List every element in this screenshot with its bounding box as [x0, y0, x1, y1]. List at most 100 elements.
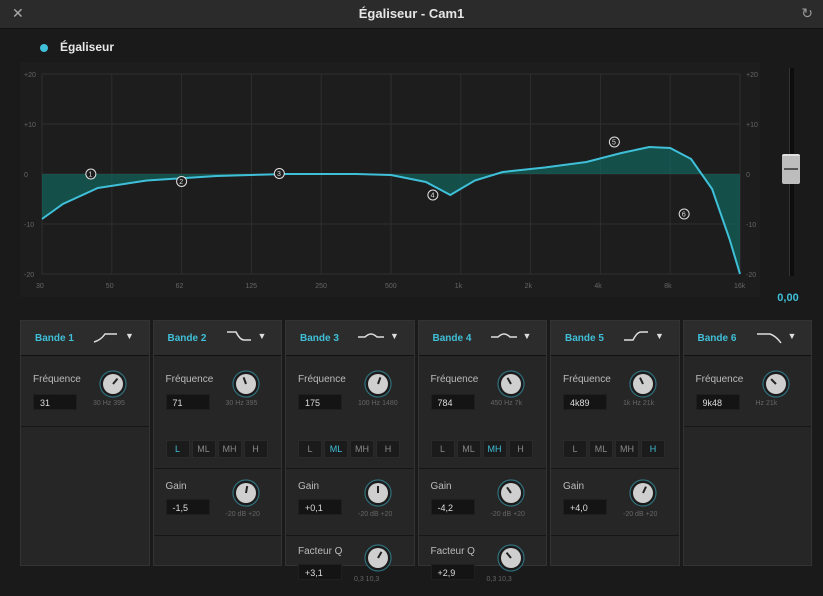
- chevron-down-icon[interactable]: ▼: [788, 331, 797, 341]
- band-marker-3[interactable]: 3: [273, 168, 285, 179]
- gain-range: -20 dB +20: [358, 511, 393, 518]
- gain-section: Gain +0,1 -20 dB +20: [286, 469, 414, 536]
- band-marker-2[interactable]: 2: [176, 176, 188, 187]
- frequency-range: 1k Hz 21k: [623, 400, 655, 407]
- frequency-label: Fréquence: [165, 374, 214, 385]
- frequency-knob[interactable]: [496, 370, 525, 398]
- band-header: Bande 1 ▼: [21, 321, 149, 356]
- chevron-down-icon[interactable]: ▼: [258, 331, 267, 341]
- range-option-ml[interactable]: ML: [589, 440, 613, 458]
- gain-label: Gain: [563, 481, 585, 492]
- x-axis-label: 16k: [734, 283, 746, 290]
- q-factor-value[interactable]: +3,1: [298, 564, 342, 580]
- filter-shape-icon[interactable]: [91, 328, 121, 346]
- range-option-h[interactable]: H: [243, 440, 268, 458]
- frequency-value[interactable]: 175: [298, 394, 342, 410]
- chevron-down-icon[interactable]: ▼: [390, 331, 399, 341]
- gain-knob[interactable]: [629, 479, 657, 507]
- range-option-mh[interactable]: MH: [615, 440, 639, 458]
- gain-value[interactable]: +0,1: [298, 499, 342, 515]
- y-axis-right-label: +10: [746, 122, 758, 129]
- frequency-knob[interactable]: [231, 370, 260, 398]
- filter-shape-icon[interactable]: [489, 328, 519, 346]
- frequency-value[interactable]: 31: [33, 394, 77, 410]
- y-axis-left-label: +10: [24, 122, 36, 129]
- reset-icon[interactable]: ↻: [801, 5, 813, 22]
- filter-shape-icon[interactable]: [356, 328, 386, 346]
- range-option-mh[interactable]: MH: [482, 440, 507, 458]
- frequency-label: Fréquence: [563, 374, 611, 385]
- gain-knob[interactable]: [364, 479, 392, 507]
- frequency-section: Fréquence 31 30 Hz 395: [21, 356, 149, 427]
- gain-label: Gain: [165, 481, 187, 492]
- chevron-down-icon[interactable]: ▼: [655, 331, 664, 341]
- q-factor-knob[interactable]: [496, 544, 525, 572]
- y-axis-right-label: 0: [746, 172, 750, 179]
- chevron-down-icon[interactable]: ▼: [125, 331, 134, 341]
- frequency-value[interactable]: 9k48: [695, 394, 740, 410]
- y-axis-left-label: -20: [24, 272, 34, 279]
- q-factor-knob[interactable]: [364, 544, 392, 572]
- master-gain-fader[interactable]: [774, 68, 810, 280]
- band-marker-1[interactable]: 1: [85, 168, 97, 180]
- title-bar: ✕ Égaliseur - Cam1 ↻: [0, 0, 823, 29]
- filter-shape-icon[interactable]: [621, 328, 651, 346]
- range-option-h[interactable]: H: [376, 440, 400, 458]
- band-marker-5[interactable]: 5: [608, 136, 620, 148]
- range-option-ml[interactable]: ML: [324, 440, 348, 458]
- range-option-l[interactable]: L: [298, 440, 322, 458]
- band-marker-6[interactable]: 6: [678, 208, 690, 220]
- y-axis-right-label: -10: [746, 222, 756, 229]
- gain-knob[interactable]: [496, 479, 525, 507]
- q-factor-range: 0,3 10,3: [486, 576, 512, 583]
- fader-handle[interactable]: [782, 154, 800, 184]
- y-axis-left-label: 0: [24, 172, 28, 179]
- gain-value[interactable]: +4,0: [563, 499, 607, 515]
- band-marker-4[interactable]: 4: [427, 189, 439, 201]
- frequency-range: 450 Hz 7k: [490, 400, 523, 407]
- filter-shape-icon[interactable]: [754, 328, 784, 346]
- frequency-label: Fréquence: [695, 374, 744, 385]
- frequency-knob[interactable]: [629, 370, 657, 398]
- y-axis-left-label: +20: [24, 72, 36, 79]
- band-name: Bande 3: [300, 333, 339, 344]
- eq-graph[interactable]: +20 +20+10 +100 0-10 -10-20 -2030 50 62 125 250 50…: [20, 62, 760, 297]
- range-option-h[interactable]: H: [641, 440, 665, 458]
- frequency-value[interactable]: 71: [165, 394, 210, 410]
- range-option-ml[interactable]: ML: [456, 440, 481, 458]
- frequency-label: Fréquence: [298, 374, 346, 385]
- svg-text:6: 6: [682, 212, 686, 219]
- frequency-value[interactable]: 784: [430, 394, 475, 410]
- range-option-h[interactable]: H: [508, 440, 533, 458]
- range-option-mh[interactable]: MH: [350, 440, 374, 458]
- equalizer-enable-toggle[interactable]: Égaliseur: [40, 40, 114, 54]
- band-name: Bande 4: [432, 333, 472, 344]
- frequency-knob[interactable]: [364, 370, 392, 398]
- master-gain-value[interactable]: 0,00: [768, 292, 808, 304]
- frequency-value[interactable]: 4k89: [563, 394, 607, 410]
- range-option-l[interactable]: L: [563, 440, 587, 458]
- y-axis-left-label: -10: [24, 222, 34, 229]
- x-axis-label: 50: [106, 283, 114, 290]
- svg-text:1: 1: [89, 172, 93, 179]
- range-option-l[interactable]: L: [430, 440, 455, 458]
- q-factor-value[interactable]: +2,9: [430, 564, 475, 580]
- frequency-knob[interactable]: [761, 370, 790, 398]
- band-header: Bande 2 ▼: [153, 321, 281, 356]
- gain-knob[interactable]: [231, 479, 260, 507]
- frequency-section: Fréquence 9k48 Hz 21k: [683, 356, 811, 427]
- gain-section: Gain -4,2 -20 dB +20: [418, 469, 546, 536]
- range-option-ml[interactable]: ML: [191, 440, 216, 458]
- enable-dot-icon[interactable]: [40, 43, 48, 52]
- gain-value[interactable]: -1,5: [165, 499, 210, 515]
- band-3: Bande 3 ▼ Fréquence 175 100 Hz 1480 L ML MH H Gai…: [285, 320, 415, 583]
- frequency-range: 100 Hz 1480: [358, 400, 398, 407]
- band-name: Bande 5: [565, 333, 604, 344]
- frequency-knob[interactable]: [99, 370, 127, 398]
- filter-shape-icon[interactable]: [224, 328, 254, 346]
- chevron-down-icon[interactable]: ▼: [523, 331, 532, 341]
- band-header: Bande 3 ▼: [286, 321, 414, 356]
- range-option-l[interactable]: L: [165, 440, 190, 458]
- gain-value[interactable]: -4,2: [430, 499, 475, 515]
- range-option-mh[interactable]: MH: [217, 440, 242, 458]
